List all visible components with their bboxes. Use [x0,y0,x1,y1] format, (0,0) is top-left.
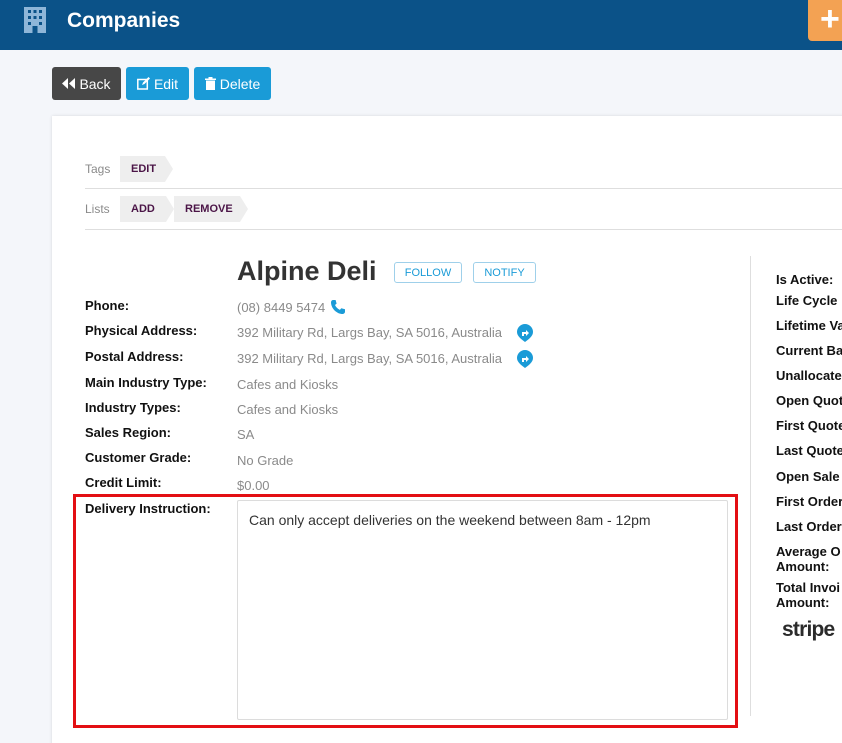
main-industry-type-value: Cafes and Kiosks [237,377,339,392]
stripe-logo: stripe [782,618,835,641]
physical-address-label: Physical Address: [85,323,198,338]
back-button[interactable]: Back [52,67,121,100]
lists-remove-button[interactable]: REMOVE [174,196,248,222]
right-panel-label: Last Quote [776,443,842,458]
lists-label: Lists [85,202,110,216]
delete-button-label: Delete [219,75,261,92]
industry-types-label: Industry Types: [85,400,181,415]
right-panel-label: Average O [776,544,841,559]
edit-button[interactable]: Edit [126,67,189,100]
postal-address-label: Postal Address: [85,349,184,364]
tags-edit-button[interactable]: EDIT [120,156,173,182]
phone-icon[interactable] [330,299,346,315]
tags-label: Tags [85,162,111,176]
right-panel-label: First Quote [776,418,842,433]
right-panel-label: Is Active: [776,272,834,287]
highlight-box [73,494,738,728]
right-panel-label: Lifetime Va [776,318,842,333]
right-panel-label: First Order [776,494,842,509]
back-button-label: Back [79,75,111,92]
column-divider [750,256,751,716]
industry-types-value: Cafes and Kiosks [237,402,339,417]
right-panel-label: Life Cycle [776,293,838,308]
delete-button[interactable]: Delete [194,67,271,100]
building-icon [24,7,46,33]
main-industry-type-label: Main Industry Type: [85,375,207,390]
edit-button-label: Edit [153,75,179,92]
right-panel-label: Last Order [776,519,842,534]
right-panel-label: Amount: [776,595,830,610]
right-panel-label: Amount: [776,559,830,574]
directions-icon[interactable] [517,350,533,368]
customer-grade-value: No Grade [237,453,294,468]
phone-label: Phone: [85,298,130,313]
right-panel-label: Unallocate [776,368,842,383]
phone-value: (08) 8449 5474 [237,300,326,315]
company-name: Alpine Deli [237,256,377,286]
credit-limit-value: $0.00 [237,478,270,493]
postal-address-value: 392 Military Rd, Largs Bay, SA 5016, Aus… [237,351,502,366]
notify-button[interactable]: NOTIFY [473,262,536,283]
lists-add-button[interactable]: ADD [120,196,174,222]
physical-address-value: 392 Military Rd, Largs Bay, SA 5016, Aus… [237,325,502,340]
directions-icon[interactable] [517,324,533,342]
edit-icon [136,77,150,90]
right-panel-label: Total Invoi [776,580,841,595]
trash-icon [204,77,216,90]
credit-limit-label: Credit Limit: [85,475,162,490]
right-panel-label: Open Quot [776,393,842,408]
sales-region-label: Sales Region: [85,425,171,440]
page-title: Companies [67,9,181,32]
follow-button[interactable]: FOLLOW [394,262,462,283]
top-bar: Companies + [0,0,842,50]
sales-region-value: SA [237,427,255,442]
divider [85,188,842,189]
right-panel-label: Current Ba [776,343,842,358]
divider [85,229,842,230]
double-chevron-left-icon [62,78,76,89]
add-button[interactable]: + [808,0,842,41]
right-panel-label: Open Sale [776,469,840,484]
customer-grade-label: Customer Grade: [85,450,192,465]
